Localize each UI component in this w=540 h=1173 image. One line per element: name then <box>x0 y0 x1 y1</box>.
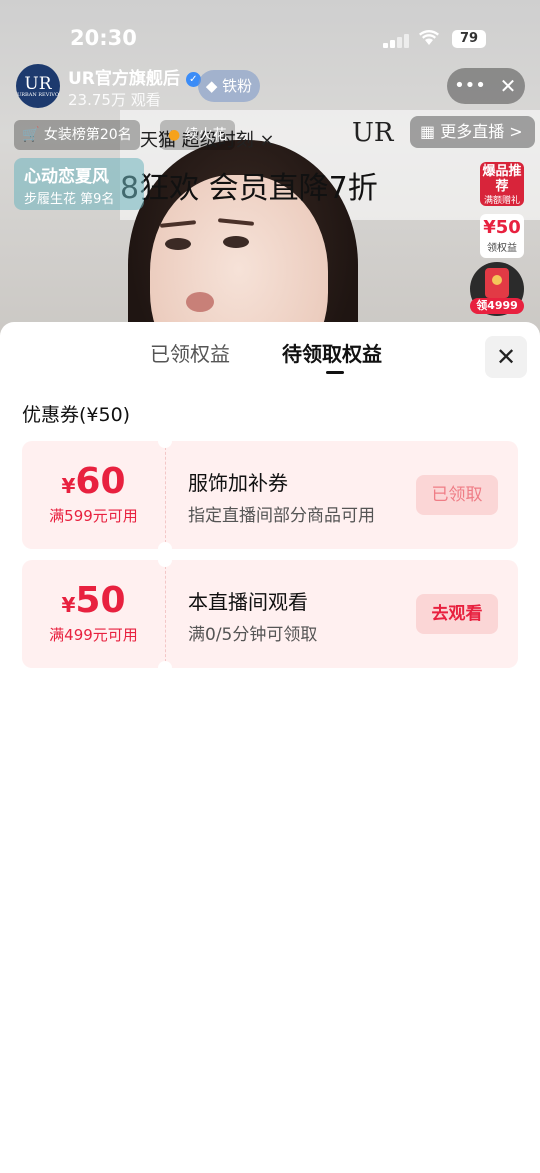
go-watch-button[interactable]: 去观看 <box>416 594 498 634</box>
close-icon[interactable]: ✕ <box>485 336 527 378</box>
cart-icon: 🛒 <box>22 127 40 143</box>
topic-title: 心动恋夏风 <box>24 167 109 187</box>
host-name: UR官方旗舰后 ✓ <box>68 64 201 89</box>
coupon-condition: 满499元可用 <box>49 626 138 644</box>
streamer-mouth <box>186 292 214 312</box>
host-avatar[interactable]: UR URBAN REVIVO <box>16 64 60 108</box>
coupon-card: ¥60 满599元可用 服饰加补券 指定直播间部分商品可用 已领取 <box>22 434 518 556</box>
more-live-button[interactable]: ▦ 更多直播 > <box>410 116 535 148</box>
fire-icon: ● <box>168 127 181 143</box>
tab-pending-benefits[interactable]: 待领取权益 <box>282 338 382 367</box>
section-title: 优惠券(¥50) <box>22 404 131 426</box>
redpack-icon[interactable]: 领4999 <box>470 262 524 316</box>
coupon-title: 本直播间观看 <box>188 590 308 614</box>
spark-chip[interactable]: ● 续火花 <box>160 120 235 150</box>
grid-icon: ▦ <box>420 122 436 141</box>
diamond-icon: ◆ <box>205 77 218 95</box>
signal-icon <box>383 32 411 48</box>
fan-badge[interactable]: ◆ 铁粉 <box>198 70 260 102</box>
live-stream-video: 天猫 超级时刻 × UR 8狂欢 会员直降7折 20:30 79 UR URBA… <box>0 0 540 340</box>
more-dots-icon[interactable]: ••• <box>452 70 488 102</box>
close-icon[interactable]: ✕ <box>490 70 526 102</box>
wifi-icon <box>418 28 440 51</box>
coupon-description: 指定直播间部分商品可用 <box>188 506 375 526</box>
benefits-sheet: 已领权益 待领取权益 ✕ 优惠券(¥50) ¥60 满599元可用 服饰加补券 … <box>0 322 540 1173</box>
coupon-amount: ¥60 <box>61 461 126 502</box>
rank-chip[interactable]: 🛒 女装榜第20名 <box>14 120 140 150</box>
coupon-description: 满0/5分钟可领取 <box>188 625 318 645</box>
coupon-condition: 满599元可用 <box>49 507 138 525</box>
tab-claimed-benefits[interactable]: 已领权益 <box>150 338 230 367</box>
viewer-count: 23.75万 观看 <box>68 91 161 109</box>
benefit-button[interactable]: ¥50 领权益 <box>480 214 524 258</box>
banner-ur-logo: UR <box>352 118 394 148</box>
topic-subtitle: 步履生花 第9名 <box>24 192 115 207</box>
promo-banner-text: 8狂欢 会员直降7折 <box>120 171 378 206</box>
coupon-card: ¥50 满499元可用 本直播间观看 满0/5分钟可领取 去观看 <box>22 553 518 675</box>
topic-card[interactable]: 心动恋夏风 步履生花 第9名 <box>14 158 144 210</box>
battery-icon: 79 <box>452 30 486 48</box>
streamer-eye <box>223 236 249 248</box>
claimed-button[interactable]: 已领取 <box>416 475 498 515</box>
coupon-amount: ¥50 <box>61 580 126 621</box>
hot-items-button[interactable]: 爆品推荐 满额赠礼 <box>480 162 524 206</box>
active-tab-indicator <box>326 371 344 374</box>
status-time: 20:30 <box>70 26 137 50</box>
streamer-eye <box>165 238 191 250</box>
coupon-title: 服饰加补券 <box>188 471 288 495</box>
